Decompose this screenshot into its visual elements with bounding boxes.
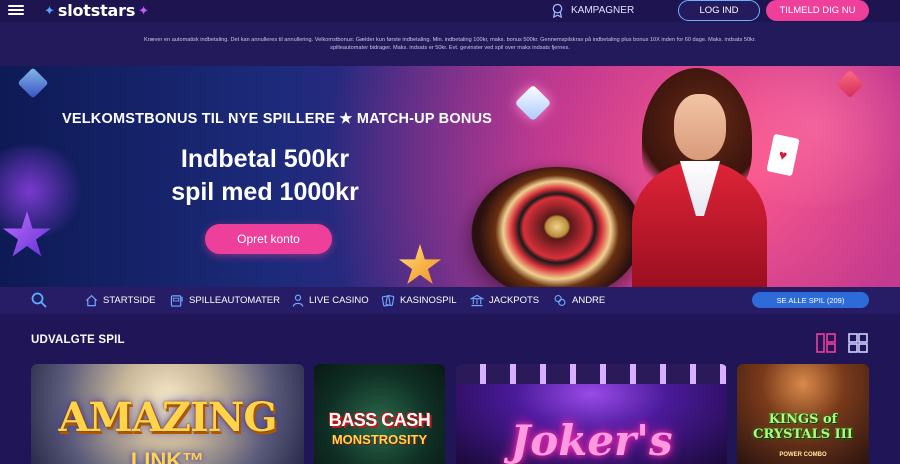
- stage-light-decoration: [456, 364, 727, 384]
- grid-large-view-icon[interactable]: [816, 333, 836, 358]
- campaigns-label: KAMPAGNER: [571, 5, 635, 16]
- top-bar: ✦ slotstars ✦ KAMPAGNER LOG IND TILMELD …: [0, 0, 900, 22]
- nav-item-label: JACKPOTS: [489, 295, 540, 306]
- hero-headline-line-1: Indbetal 500kr: [180, 145, 350, 173]
- puzzle-icon: [554, 295, 566, 306]
- nav-item-label: KASINOSPIL: [400, 295, 457, 306]
- section-title: UDVALGTE SPIL: [31, 334, 125, 346]
- nav-item-startside[interactable]: STARTSIDE: [85, 294, 155, 307]
- grid-small-view-icon[interactable]: [848, 333, 868, 358]
- gem-decoration-icon: [514, 84, 552, 122]
- campaigns-link[interactable]: KAMPAGNER: [550, 3, 634, 18]
- game-subtitle: MONSTROSITY: [331, 432, 428, 447]
- logo-text: slotstars: [57, 0, 136, 20]
- star-decoration-icon: [398, 244, 442, 285]
- nav-item-spilleautomater[interactable]: SPILLEAUTOMATER: [170, 294, 280, 307]
- nav-item-andre[interactable]: ANDRE: [553, 294, 605, 307]
- game-tile-kings-of-crystals[interactable]: KINGS of CRYSTALS III POWER COMBO: [737, 364, 869, 464]
- playing-card-image: ♥: [766, 133, 800, 177]
- nav-item-label: STARTSIDE: [103, 295, 156, 306]
- gem-decoration-icon: [17, 67, 49, 99]
- hero-glow: [0, 146, 90, 236]
- logo-star-icon: ✦: [44, 2, 55, 18]
- game-tile-bass-cash[interactable]: BASS CASH MONSTROSITY: [314, 364, 445, 464]
- login-button[interactable]: LOG IND: [678, 0, 760, 21]
- signup-button[interactable]: TILMELD DIG NU: [766, 0, 869, 21]
- slot-machine-icon: [170, 295, 183, 307]
- hero-headline-line-2: spil med 1000kr: [171, 178, 359, 206]
- game-title: KINGS of CRYSTALS III: [753, 412, 853, 442]
- home-icon: [85, 294, 98, 307]
- dealer-character-image: ♥: [612, 66, 812, 287]
- game-title: AMAZING: [58, 394, 278, 441]
- game-title: Joker's: [510, 416, 673, 464]
- game-tile-amazing-link[interactable]: AMAZING LINK™: [31, 364, 304, 464]
- terms-line-2: spilleautomater bidrager. Maks. indsats …: [330, 45, 570, 51]
- terms-line-1: Kræver en automatisk indbetaling. Det ka…: [144, 37, 756, 43]
- logo[interactable]: ✦ slotstars ✦: [44, 0, 149, 20]
- nav-item-live-casino[interactable]: LIVE CASINO: [292, 294, 369, 307]
- game-subtitle: POWER COMBO: [779, 452, 827, 458]
- nav-item-label: SPILLEAUTOMATER: [189, 295, 280, 306]
- terms-banner: Kræver en automatisk indbetaling. Det ka…: [0, 22, 900, 66]
- search-icon[interactable]: [31, 292, 47, 313]
- game-title: BASS CASH: [328, 410, 431, 430]
- nav-item-kasinospil[interactable]: KASINOSPIL: [381, 294, 457, 307]
- person-icon: [292, 294, 304, 307]
- game-subtitle: LINK™: [130, 448, 205, 464]
- hero-banner: ♥ VELKOMSTBONUS TIL NYE SPILLERE ★ MATCH…: [0, 66, 900, 287]
- hero-subtitle: VELKOMSTBONUS TIL NYE SPILLERE ★ MATCH-U…: [62, 111, 493, 127]
- hero-headline: Indbetal 500kr spil med 1000kr: [140, 143, 390, 209]
- game-tile-jokers[interactable]: Joker's: [456, 364, 727, 464]
- see-all-games-button[interactable]: SE ALLE SPIL (209): [752, 292, 869, 308]
- badge-icon: [552, 3, 563, 18]
- nav-item-label: LIVE CASINO: [309, 295, 369, 306]
- logo-star-icon: ✦: [138, 2, 150, 18]
- create-account-button[interactable]: Opret konto: [205, 224, 332, 254]
- bank-icon: [470, 294, 484, 307]
- nav-item-jackpots[interactable]: JACKPOTS: [470, 294, 539, 307]
- cards-icon: [381, 294, 395, 307]
- hamburger-menu-icon[interactable]: [8, 3, 24, 17]
- nav-item-label: ANDRE: [572, 295, 606, 306]
